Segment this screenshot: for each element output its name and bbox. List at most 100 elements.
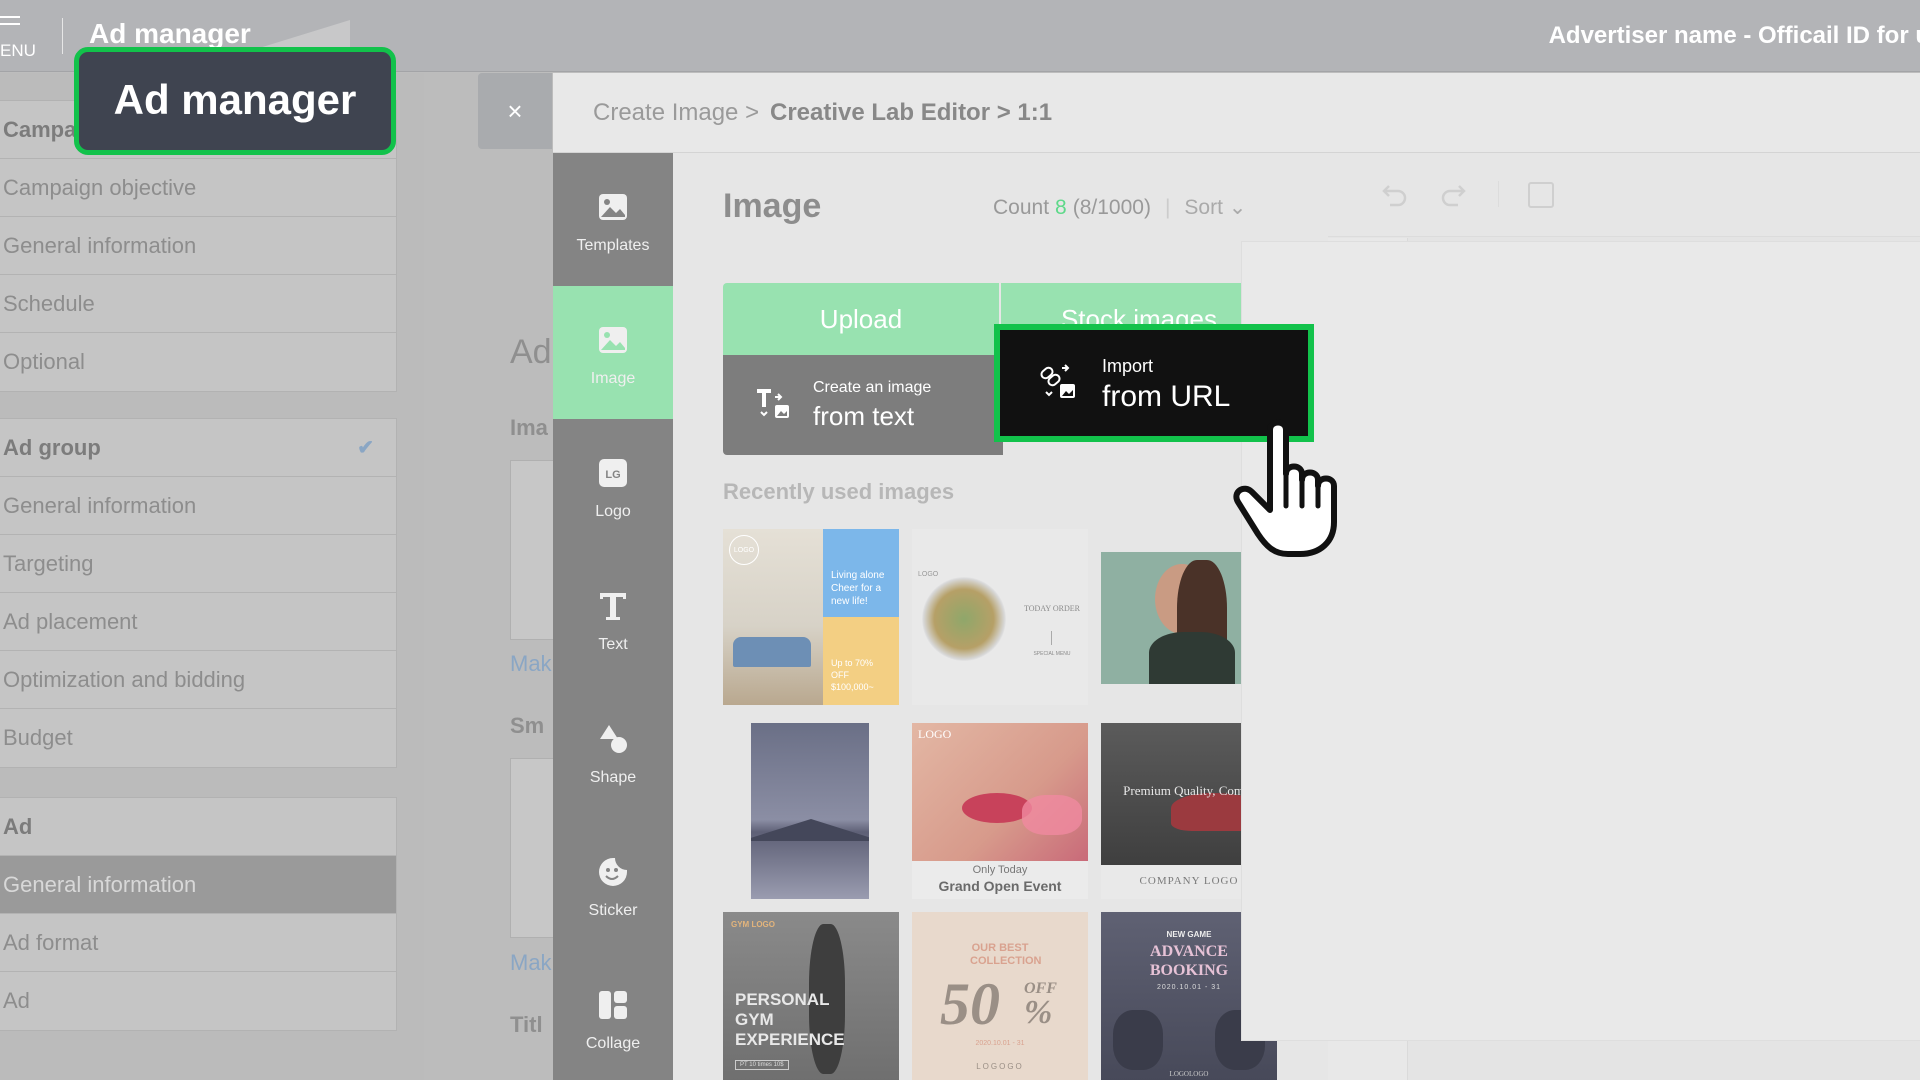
thumb-special-menu: SPECIAL MENU [1033, 651, 1071, 657]
bg-label-title: Titl [510, 1012, 543, 1037]
thumb-offer: Up to 70% OFF $100,000~ [823, 617, 899, 705]
svg-text:LG: LG [605, 469, 620, 481]
bg-link-make[interactable]: Mak [510, 651, 552, 677]
sidebar-item-sticker[interactable]: Sticker [553, 818, 673, 951]
recently-used-label: Recently used images [723, 479, 955, 504]
sidebar-label-shape: Shape [589, 769, 637, 786]
bg-small-box [510, 758, 554, 938]
thumb-lips-logo: LOGO [918, 727, 952, 741]
thumb-sale[interactable]: OUR BEST COLLECTION 50 OFF % 2020.10.01 … [912, 912, 1088, 1080]
sticker-icon [599, 858, 627, 886]
bg-image-box [510, 460, 554, 640]
text-button-line1: Create an image [813, 379, 932, 396]
nav-header-adgroup[interactable]: Ad group ✔ [0, 419, 396, 477]
thumb-gym-badge: PT 10 times 10$ [735, 1060, 789, 1070]
sidebar-item-shape[interactable]: Shape [553, 685, 673, 818]
nav-item-general-information-selected[interactable]: General information [0, 856, 396, 914]
app-title: Ad manager [89, 18, 251, 49]
thumb-headline: Living alone Cheer for a new life! [823, 529, 899, 617]
top-divider [62, 18, 63, 54]
panel-title: Image [723, 187, 822, 225]
toolbar-divider [1498, 181, 1499, 207]
nav-item-general-information[interactable]: General information [0, 217, 396, 275]
create-from-text-button[interactable]: Create an image from text [723, 355, 1003, 455]
advertiser-name[interactable]: Advertiser name - Officail ID for u [1549, 22, 1920, 50]
artboard[interactable] [1241, 241, 1920, 1041]
thumb-living-alone[interactable]: LOGO Living alone Cheer for a new life! … [723, 529, 899, 705]
check-icon: ✔ [357, 437, 374, 459]
thumb-shoulder [1149, 632, 1235, 684]
thumb-salad-bowl [922, 577, 1006, 661]
url-button-line2: from URL [1102, 380, 1231, 413]
nav-item-ad[interactable]: Ad [0, 972, 396, 1030]
nav-header-adgroup-label: Ad group [3, 435, 101, 460]
breadcrumb-current: Creative Lab Editor > 1:1 [770, 99, 1053, 126]
nav-item-campaign-objective[interactable]: Campaign objective [0, 159, 396, 217]
count-divider: | [1164, 196, 1171, 219]
thumb-only-today: Only Today [972, 864, 1028, 876]
text-button-line2: from text [813, 401, 915, 431]
editor-sidebar: Templates Image LG Logo Text Shape Stick… [553, 153, 673, 1080]
thumb-salad-logo: LOGO [918, 571, 939, 578]
ad-manager-tooltip: Ad manager [74, 47, 396, 155]
upload-tab[interactable]: Upload [723, 283, 999, 355]
nav-item-budget[interactable]: Budget [0, 709, 396, 767]
nav-item-targeting[interactable]: Targeting [0, 535, 396, 593]
url-button-line1: Import [1102, 356, 1154, 376]
templates-icon [599, 194, 627, 220]
sort-dropdown[interactable]: Sort ⌄ [1184, 196, 1246, 219]
nav-item-optional[interactable]: Optional [0, 333, 396, 391]
nav-item-schedule[interactable]: Schedule [0, 275, 396, 333]
hamburger-icon [0, 16, 20, 30]
thumb-salad[interactable]: LOGO TODAY ORDER SPECIAL MENU [912, 529, 1088, 705]
thumb-game-logo: LOGOLOGO [1169, 1070, 1209, 1078]
creative-lab-editor: Create Image > Creative Lab Editor > 1:1… [553, 73, 1920, 1080]
sort-label: Sort [1184, 196, 1223, 219]
bg-heading: Ad [510, 333, 552, 371]
thumb-sale-logo: LOGOGO [976, 1062, 1024, 1071]
thumb-gym-title: PERSONAL GYM EXPERIENCE [735, 990, 845, 1049]
sidebar-item-collage[interactable]: Collage [553, 951, 673, 1080]
nav-item-ad-placement[interactable]: Ad placement [0, 593, 396, 651]
breadcrumb-create-image[interactable]: Create Image > [593, 99, 759, 127]
bg-link-make-2[interactable]: Mak [510, 950, 552, 976]
thumb-lips-photo [912, 723, 1088, 861]
nav-header-ad[interactable]: Ad [0, 798, 396, 856]
thumb-mountain-lake[interactable] [751, 723, 869, 899]
image-count: Count 8 (8/1000) | Sort ⌄ [993, 195, 1246, 220]
thumb-mountain [751, 819, 869, 841]
redo-icon[interactable] [1440, 183, 1468, 207]
nav-item-ad-format[interactable]: Ad format [0, 914, 396, 972]
thumb-grand-open-title: Grand Open Event [938, 878, 1062, 894]
close-button[interactable]: × [478, 73, 552, 149]
thumb-grand-open[interactable]: LOGO Only Today Grand Open Event [912, 723, 1088, 899]
bg-label-image: Ima [510, 415, 548, 440]
sidebar-label-image: Image [590, 370, 636, 387]
text-to-image-icon [757, 389, 789, 418]
pointer-hand-icon [1233, 419, 1337, 557]
count-label: Count [993, 196, 1050, 219]
editor-header: Create Image > Creative Lab Editor > 1:1 [553, 73, 1920, 153]
thumb-today-order: TODAY ORDER [1024, 604, 1080, 613]
thumb-gym[interactable]: GYM LOGO PERSONAL GYM EXPERIENCE PT 10 t… [723, 912, 899, 1080]
thumb-sale-date: 2020.10.01 - 31 [975, 1040, 1025, 1047]
logo-icon: LG [599, 459, 627, 487]
thumb-swatch [1022, 795, 1082, 835]
nav-item-optimization[interactable]: Optimization and bidding [0, 651, 396, 709]
undo-icon[interactable] [1380, 183, 1408, 207]
thumb-sale-percent: % [1024, 994, 1053, 1031]
menu-button[interactable]: ENU [0, 10, 46, 66]
square-icon[interactable] [1528, 182, 1554, 208]
nav-item-general-information[interactable]: General information [0, 477, 396, 535]
sidebar-item-image[interactable]: Image [553, 286, 673, 419]
bg-label-small: Sm [510, 713, 545, 738]
thumb-sale-title: OUR BEST COLLECTION [970, 942, 1042, 967]
sidebar-item-templates[interactable]: Templates [553, 153, 673, 286]
canvas-toolbar [1328, 153, 1920, 237]
thumb-sofa [733, 637, 811, 667]
thumb-gym-brand: GYM LOGO [731, 920, 775, 929]
sidebar-label-sticker: Sticker [588, 902, 638, 919]
collage-icon [599, 991, 627, 1019]
sidebar-item-logo[interactable]: LG Logo [553, 419, 673, 552]
sidebar-item-text[interactable]: Text [553, 552, 673, 685]
